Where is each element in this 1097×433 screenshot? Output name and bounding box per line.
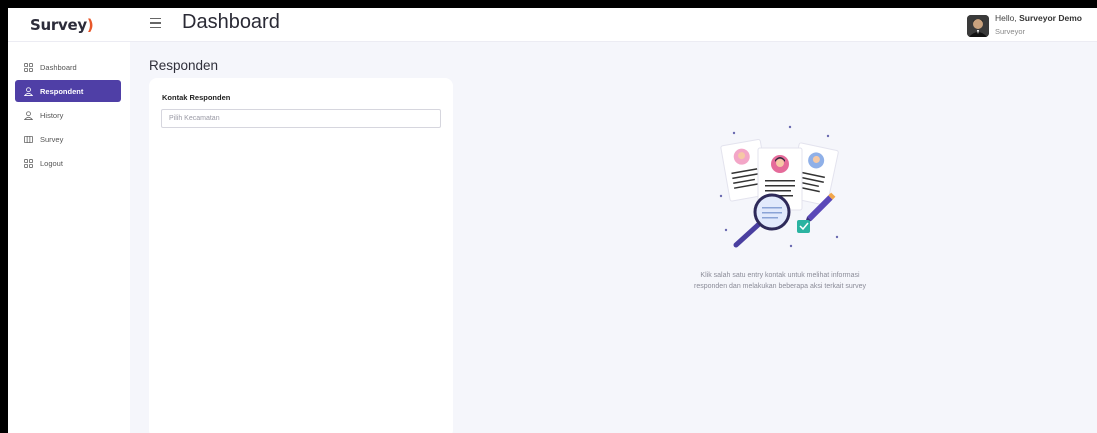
sidebar-item-label: Logout xyxy=(40,158,63,168)
respondent-contacts-panel: Kontak Responden Pilih Kecamatan xyxy=(149,78,453,433)
sidebar-item-label: Respondent xyxy=(40,86,84,96)
grid-icon xyxy=(24,158,33,168)
sidebar-item-respondent[interactable]: Respondent xyxy=(15,80,121,102)
user-role: Surveyor xyxy=(995,27,1026,36)
district-select[interactable]: Pilih Kecamatan xyxy=(161,109,441,128)
empty-state-line-1: Klik salah satu entry kontak untuk melih… xyxy=(700,272,860,279)
user-icon xyxy=(24,86,33,96)
columns-icon xyxy=(24,135,33,143)
user-icon xyxy=(24,110,33,120)
section-title: Responden xyxy=(149,58,219,73)
logo-text: Survey) xyxy=(30,16,94,34)
empty-state-line-2: responden dan melakukan beberapa aksi te… xyxy=(694,283,866,290)
sidebar-item-label: Survey xyxy=(40,134,64,144)
user-menu[interactable]: Hello, Surveyor Demo Surveyor xyxy=(967,8,1097,42)
logo[interactable]: Survey) xyxy=(8,8,130,42)
sidebar-item-survey[interactable]: Survey xyxy=(15,128,121,150)
sidebar-item-label: History xyxy=(40,110,64,120)
page-title: Dashboard xyxy=(182,11,280,33)
panel-title: Kontak Responden xyxy=(162,93,231,102)
sidebar-item-label: Dashboard xyxy=(40,62,77,72)
logo-mark: ) xyxy=(86,16,94,34)
top-bar: Survey) Dashboard Hello, Surveyor Demo S… xyxy=(8,8,1097,42)
user-greeting: Hello, Surveyor Demo xyxy=(995,13,1082,23)
empty-state-illustration xyxy=(719,125,839,248)
sidebar-item-logout[interactable]: Logout xyxy=(15,152,121,174)
sidebar-item-history[interactable]: History xyxy=(15,104,121,126)
hamburger-menu-icon[interactable] xyxy=(150,18,161,28)
empty-state-message: Klik salah satu entry kontak untuk melih… xyxy=(640,270,920,292)
sidebar: Dashboard Respondent History Survey Logo… xyxy=(8,42,130,433)
sidebar-item-dashboard[interactable]: Dashboard xyxy=(15,56,121,78)
avatar[interactable] xyxy=(967,15,989,37)
grid-icon xyxy=(24,62,33,72)
